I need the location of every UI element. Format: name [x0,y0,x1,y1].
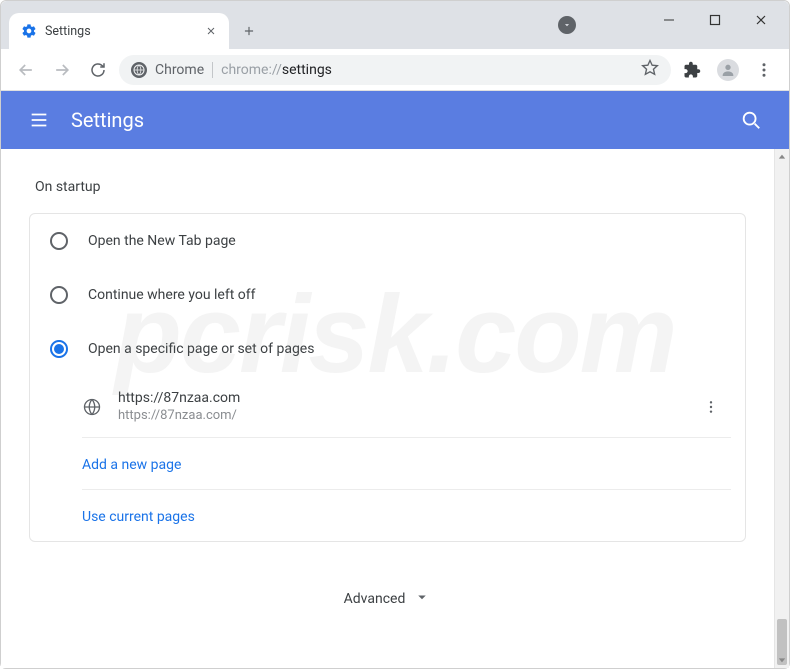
radio-label: Open the New Tab page [88,233,236,249]
settings-content: On startup Open the New Tab page Continu… [1,149,774,668]
account-switcher-icon[interactable] [558,16,576,34]
startup-page-url: https://87nzaa.com/ [118,408,681,423]
url-divider [212,62,213,78]
back-button[interactable] [11,55,41,85]
url-scheme: chrome:// [221,62,282,78]
browser-tab[interactable]: Settings [9,13,229,49]
chevron-down-icon [413,588,431,610]
advanced-toggle[interactable]: Advanced [29,542,746,622]
startup-page-title: https://87nzaa.com [118,390,681,406]
globe-icon [82,397,102,417]
settings-title: Settings [71,108,733,132]
use-current-pages[interactable]: Use current pages [82,490,731,541]
gear-icon [21,23,37,39]
extensions-button[interactable] [677,55,707,85]
add-new-page[interactable]: Add a new page [82,438,731,490]
more-actions-button[interactable] [697,393,725,421]
radio-label: Open a specific page or set of pages [88,341,314,357]
search-icon[interactable] [733,102,769,138]
scrollbar[interactable] [774,149,789,668]
window-titlebar: Settings [1,1,789,49]
radio-icon [50,286,68,304]
address-bar[interactable]: Chrome chrome://settings [119,55,671,85]
radio-new-tab[interactable]: Open the New Tab page [30,214,745,268]
url-path: settings [282,62,332,78]
link-label: Use current pages [82,509,195,525]
advanced-label: Advanced [344,591,406,607]
radio-continue[interactable]: Continue where you left off [30,268,745,322]
scroll-up-icon[interactable] [775,149,789,165]
scroll-down-icon[interactable] [775,652,789,668]
new-tab-button[interactable] [235,17,263,45]
close-icon[interactable] [203,23,219,39]
link-label: Add a new page [82,457,181,473]
url-prefix: Chrome [155,62,204,78]
reload-button[interactable] [83,55,113,85]
settings-header: Settings [1,91,789,149]
site-info-icon[interactable] [131,62,147,78]
menu-button[interactable] [749,55,779,85]
radio-label: Continue where you left off [88,287,256,303]
window-close-button[interactable] [739,5,783,35]
section-title: On startup [35,179,746,195]
window-minimize-button[interactable] [647,5,691,35]
window-maximize-button[interactable] [693,5,737,35]
radio-icon [50,340,68,358]
radio-specific-page[interactable]: Open a specific page or set of pages [30,322,745,376]
forward-button[interactable] [47,55,77,85]
profile-button[interactable] [713,55,743,85]
bookmark-star-icon[interactable] [641,59,659,81]
startup-card: Open the New Tab page Continue where you… [29,213,746,542]
startup-page-row: https://87nzaa.com https://87nzaa.com/ [82,376,731,438]
radio-icon [50,232,68,250]
hamburger-icon[interactable] [21,102,57,138]
tab-title: Settings [45,24,195,39]
browser-toolbar: Chrome chrome://settings [1,49,789,91]
